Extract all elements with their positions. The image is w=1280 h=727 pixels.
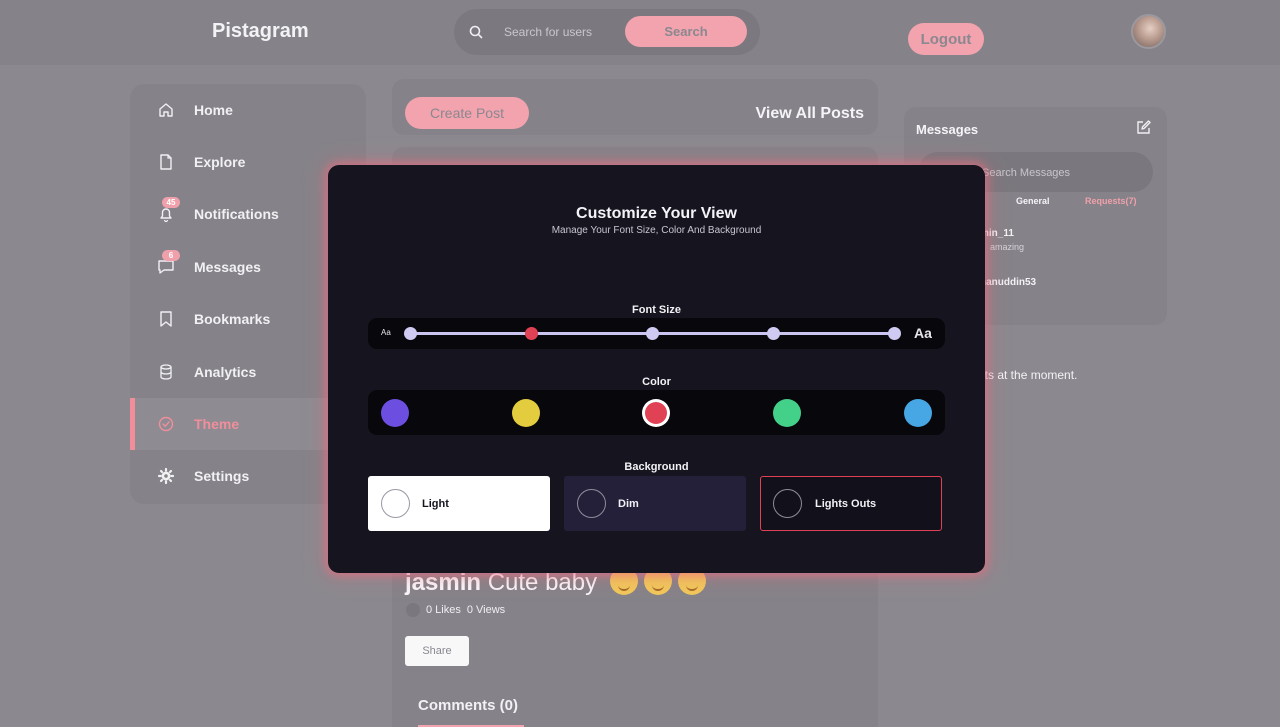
tab-requests[interactable]: Requests(7) <box>1085 196 1137 206</box>
post-caption-text: Cute baby <box>487 569 598 596</box>
brand-logo[interactable]: Pistagram <box>212 20 309 43</box>
create-post-button[interactable]: Create Post <box>405 97 529 129</box>
sidebar-item-label: Analytics <box>194 364 257 380</box>
font-size-step-4[interactable] <box>767 327 780 340</box>
top-navbar: Pistagram Search Logout <box>0 0 1280 65</box>
color-label: Color <box>642 376 671 388</box>
message-count-badge: 6 <box>162 250 180 261</box>
font-size-step-1[interactable] <box>404 327 417 340</box>
background-option-lights-out[interactable]: Lights Outs <box>760 476 942 531</box>
gear-icon <box>157 467 175 485</box>
tab-general[interactable]: General <box>1016 196 1050 206</box>
customize-view-modal: Customize Your View Manage Your Font Siz… <box>328 165 985 573</box>
view-all-posts-link[interactable]: View All Posts <box>756 105 864 123</box>
color-picker <box>368 390 945 435</box>
background-label: Background <box>624 461 689 473</box>
radio-circle <box>773 489 802 518</box>
background-option-label: Dim <box>618 497 639 510</box>
likes-count: 0 Likes <box>426 604 461 616</box>
radio-circle <box>381 489 410 518</box>
background-option-label: Lights Outs <box>815 497 877 510</box>
post-stats: 0 Likes 0 Views <box>406 603 505 617</box>
font-size-label: Font Size <box>632 304 681 316</box>
document-icon <box>160 154 172 170</box>
radio-circle <box>577 489 606 518</box>
home-icon <box>159 103 173 117</box>
color-swatch-yellow[interactable] <box>512 399 540 427</box>
views-count: 0 Views <box>466 604 506 616</box>
user-avatar[interactable] <box>1131 14 1166 49</box>
search-bar: Search <box>454 9 760 55</box>
font-size-slider[interactable]: Aa Aa <box>368 318 945 349</box>
search-icon <box>469 25 483 39</box>
background-option-dim[interactable]: Dim <box>564 476 746 531</box>
sidebar-item-label: Settings <box>194 468 250 484</box>
sidebar-item-label: Notifications <box>194 206 279 222</box>
conversation-name[interactable]: min_11 <box>980 228 1014 239</box>
sidebar-item-label: Explore <box>194 154 246 170</box>
color-swatch-red[interactable] <box>645 402 667 424</box>
like-icon[interactable] <box>406 603 420 617</box>
create-post-bar: Create Post View All Posts <box>392 79 878 135</box>
color-swatch-blue[interactable] <box>904 399 932 427</box>
conversation-preview: amazing <box>990 242 1025 252</box>
bookmark-icon <box>160 311 172 327</box>
check-circle-icon <box>158 416 174 432</box>
post-author[interactable]: jasmin <box>405 569 481 596</box>
share-button[interactable]: Share <box>405 636 469 666</box>
modal-title: Customize Your View <box>576 205 737 222</box>
color-swatch-purple[interactable] <box>381 399 409 427</box>
background-option-light[interactable]: Light <box>368 476 550 531</box>
edit-icon[interactable] <box>1136 119 1152 135</box>
conversation-name[interactable]: hanuddin53 <box>980 277 1036 288</box>
logout-button[interactable]: Logout <box>908 23 984 55</box>
font-small-label: Aa <box>381 328 391 337</box>
font-size-step-5[interactable] <box>888 327 901 340</box>
database-icon <box>160 364 172 380</box>
sidebar-item-label: Theme <box>194 416 240 432</box>
notification-count-badge: 45 <box>162 197 180 208</box>
comments-heading: Comments (0) <box>418 697 519 714</box>
font-size-step-3[interactable] <box>646 327 659 340</box>
no-requests-text: ests at the moment. <box>972 368 1078 382</box>
sidebar-item-label: Home <box>194 102 233 118</box>
sidebar-item-label: Messages <box>194 259 261 275</box>
search-button[interactable]: Search <box>625 16 747 47</box>
search-input[interactable] <box>504 22 596 42</box>
color-swatch-green[interactable] <box>773 399 801 427</box>
modal-subtitle: Manage Your Font Size, Color And Backgro… <box>551 225 762 236</box>
font-large-label: Aa <box>914 325 932 341</box>
background-option-label: Light <box>422 497 449 510</box>
sidebar-item-home[interactable]: Home <box>130 84 366 136</box>
messages-title: Messages <box>916 122 979 137</box>
font-size-step-2[interactable] <box>525 327 538 340</box>
sidebar-item-label: Bookmarks <box>194 311 271 327</box>
